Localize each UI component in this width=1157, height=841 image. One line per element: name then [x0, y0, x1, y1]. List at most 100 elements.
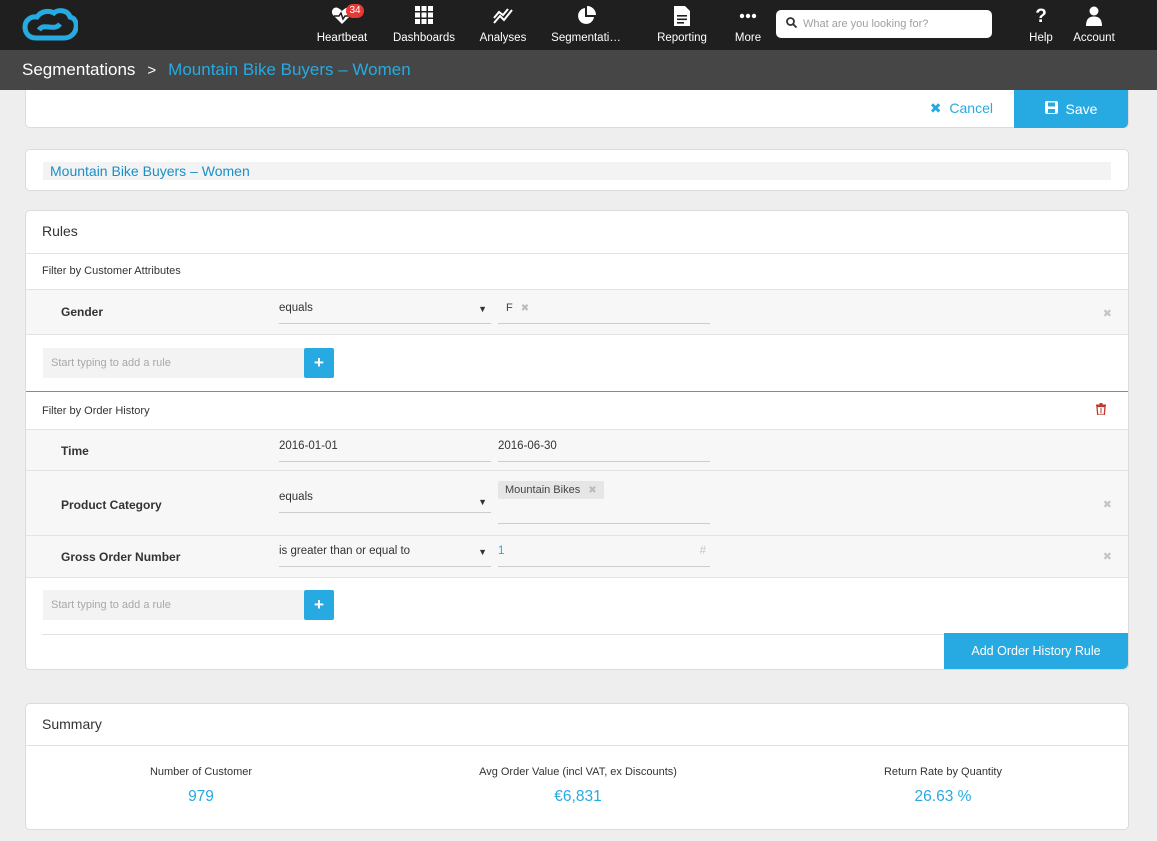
remove-rule-icon[interactable]: ✖	[1103, 307, 1112, 320]
rules-title: Rules	[42, 223, 78, 239]
breadcrumb-root-link[interactable]: Segmentations	[22, 60, 135, 80]
nav-more[interactable]: More	[730, 6, 766, 48]
grid-icon	[390, 6, 458, 28]
nav-segmentations[interactable]: Segmentati…	[549, 6, 623, 48]
remove-rule-icon[interactable]: ✖	[1103, 498, 1112, 511]
value-tag: Mountain Bikes ✖	[498, 481, 604, 499]
rule-row-product-category: Product Category equals ▼ Mountain Bikes…	[26, 471, 1128, 535]
nav-analyses[interactable]: Analyses	[475, 6, 531, 48]
nav-help[interactable]: ? Help	[1022, 6, 1060, 48]
notification-badge: 34	[346, 4, 364, 18]
floppy-disk-icon	[1044, 101, 1058, 117]
divider	[26, 745, 1128, 746]
product-category-operator-select[interactable]: equals ▼	[279, 491, 491, 513]
breadcrumb-separator: >	[147, 61, 157, 79]
divider	[26, 334, 1128, 335]
search-input[interactable]	[803, 18, 983, 30]
segment-name-input[interactable]	[43, 162, 1111, 180]
gender-value-field[interactable]: F ✖	[498, 300, 710, 324]
search-box[interactable]	[776, 10, 992, 38]
gender-operator-select[interactable]: equals ▼	[279, 302, 491, 324]
nav-heartbeat[interactable]: 34 Heartbeat	[310, 4, 374, 48]
summary-card: Summary Number of Customer 979 Avg Order…	[25, 703, 1129, 830]
product-category-value-field[interactable]: Mountain Bikes ✖	[498, 481, 710, 524]
nav-analyses-label: Analyses	[479, 32, 527, 44]
gender-label: Gender	[61, 305, 104, 319]
nav-dashboards[interactable]: Dashboards	[390, 6, 458, 48]
gross-order-operator-select[interactable]: is greater than or equal to ▼	[279, 545, 491, 567]
hash-icon: #	[699, 545, 706, 557]
metric-value: 26.63 %	[914, 788, 972, 805]
caret-down-icon: ▼	[478, 304, 487, 314]
order-history-title: Filter by Order History	[42, 405, 150, 417]
add-customer-rule-input[interactable]	[43, 348, 304, 378]
rule-row-time: Time 2016-01-01 2016-06-30	[26, 430, 1128, 470]
add-order-rule-input[interactable]	[43, 590, 304, 620]
divider	[26, 253, 1128, 254]
time-to-value: 2016-06-30	[498, 440, 557, 452]
segment-name-card	[25, 149, 1129, 191]
tag-remove-icon[interactable]: ✖	[588, 485, 596, 496]
gross-order-value-input[interactable]: 1 #	[498, 545, 710, 567]
add-order-rule-button[interactable]: +	[304, 590, 334, 620]
metric-avg-order-value: Avg Order Value (incl VAT, ex Discounts)…	[418, 766, 738, 806]
summary-title: Summary	[42, 716, 102, 732]
cloud-logo-icon[interactable]	[22, 8, 79, 42]
caret-down-icon: ▼	[478, 497, 487, 507]
metric-number-of-customer: Number of Customer 979	[41, 766, 361, 806]
value-tag: F ✖	[498, 300, 537, 316]
user-icon	[1068, 6, 1120, 28]
nav-heartbeat-label: Heartbeat	[316, 32, 368, 44]
nav-more-label: More	[734, 32, 762, 44]
breadcrumb-current: Mountain Bike Buyers – Women	[168, 60, 411, 79]
pie-icon	[549, 6, 623, 28]
breadcrumb: Segmentations > Mountain Bike Buyers – W…	[0, 50, 1157, 90]
caret-down-icon: ▼	[478, 547, 487, 557]
nav-account[interactable]: Account	[1068, 6, 1120, 48]
customer-attributes-title: Filter by Customer Attributes	[42, 265, 181, 277]
remove-rule-icon[interactable]: ✖	[1103, 550, 1112, 563]
gross-order-value: 1	[498, 545, 505, 557]
cancel-button[interactable]: ✖ Cancel	[930, 100, 993, 117]
gender-operator-value: equals	[279, 302, 313, 314]
gross-order-number-label: Gross Order Number	[61, 550, 181, 564]
metric-value: €6,831	[554, 788, 602, 805]
nav-reporting[interactable]: Reporting	[653, 6, 711, 48]
metric-label: Number of Customer	[149, 766, 253, 778]
rule-row-gross-order-number: Gross Order Number is greater than or eq…	[26, 536, 1128, 577]
time-from-input[interactable]: 2016-01-01	[279, 440, 491, 462]
divider	[26, 577, 1128, 578]
trend-icon	[475, 6, 531, 28]
time-from-value: 2016-01-01	[279, 440, 338, 452]
trash-icon[interactable]	[1096, 403, 1106, 418]
action-bar: ✖ Cancel Save	[25, 90, 1129, 128]
product-category-label: Product Category	[61, 498, 162, 512]
close-icon: ✖	[929, 100, 942, 116]
metric-label: Return Rate by Quantity	[883, 766, 1002, 778]
gross-order-operator-value: is greater than or equal to	[279, 545, 411, 557]
add-order-history-rule-button[interactable]: Add Order History Rule	[944, 633, 1128, 669]
section-divider	[26, 391, 1128, 392]
nav-account-label: Account	[1073, 32, 1115, 44]
document-icon	[653, 6, 711, 28]
save-button[interactable]: Save	[1014, 90, 1128, 128]
search-icon	[786, 15, 798, 33]
time-to-input[interactable]: 2016-06-30	[498, 440, 710, 462]
metric-return-rate: Return Rate by Quantity 26.63 %	[783, 766, 1103, 806]
metric-value: 979	[188, 788, 214, 805]
cancel-label: Cancel	[949, 100, 993, 116]
tag-remove-icon[interactable]: ✖	[521, 303, 529, 314]
time-label: Time	[61, 444, 89, 458]
more-icon	[730, 6, 766, 28]
tag-label: F	[506, 302, 513, 314]
rules-card: Rules Filter by Customer Attributes Gend…	[25, 210, 1129, 670]
product-category-operator-value: equals	[279, 491, 313, 503]
nav-help-label: Help	[1029, 32, 1053, 44]
add-customer-rule-button[interactable]: +	[304, 348, 334, 378]
metric-label: Avg Order Value (incl VAT, ex Discounts)	[479, 766, 677, 778]
nav-dashboards-label: Dashboards	[392, 32, 455, 44]
tag-label: Mountain Bikes	[505, 484, 581, 496]
nav-reporting-label: Reporting	[657, 32, 707, 44]
top-navigation-bar: 34 Heartbeat Dashboards Analyses Segment…	[0, 0, 1157, 50]
heartbeat-icon	[310, 6, 374, 28]
